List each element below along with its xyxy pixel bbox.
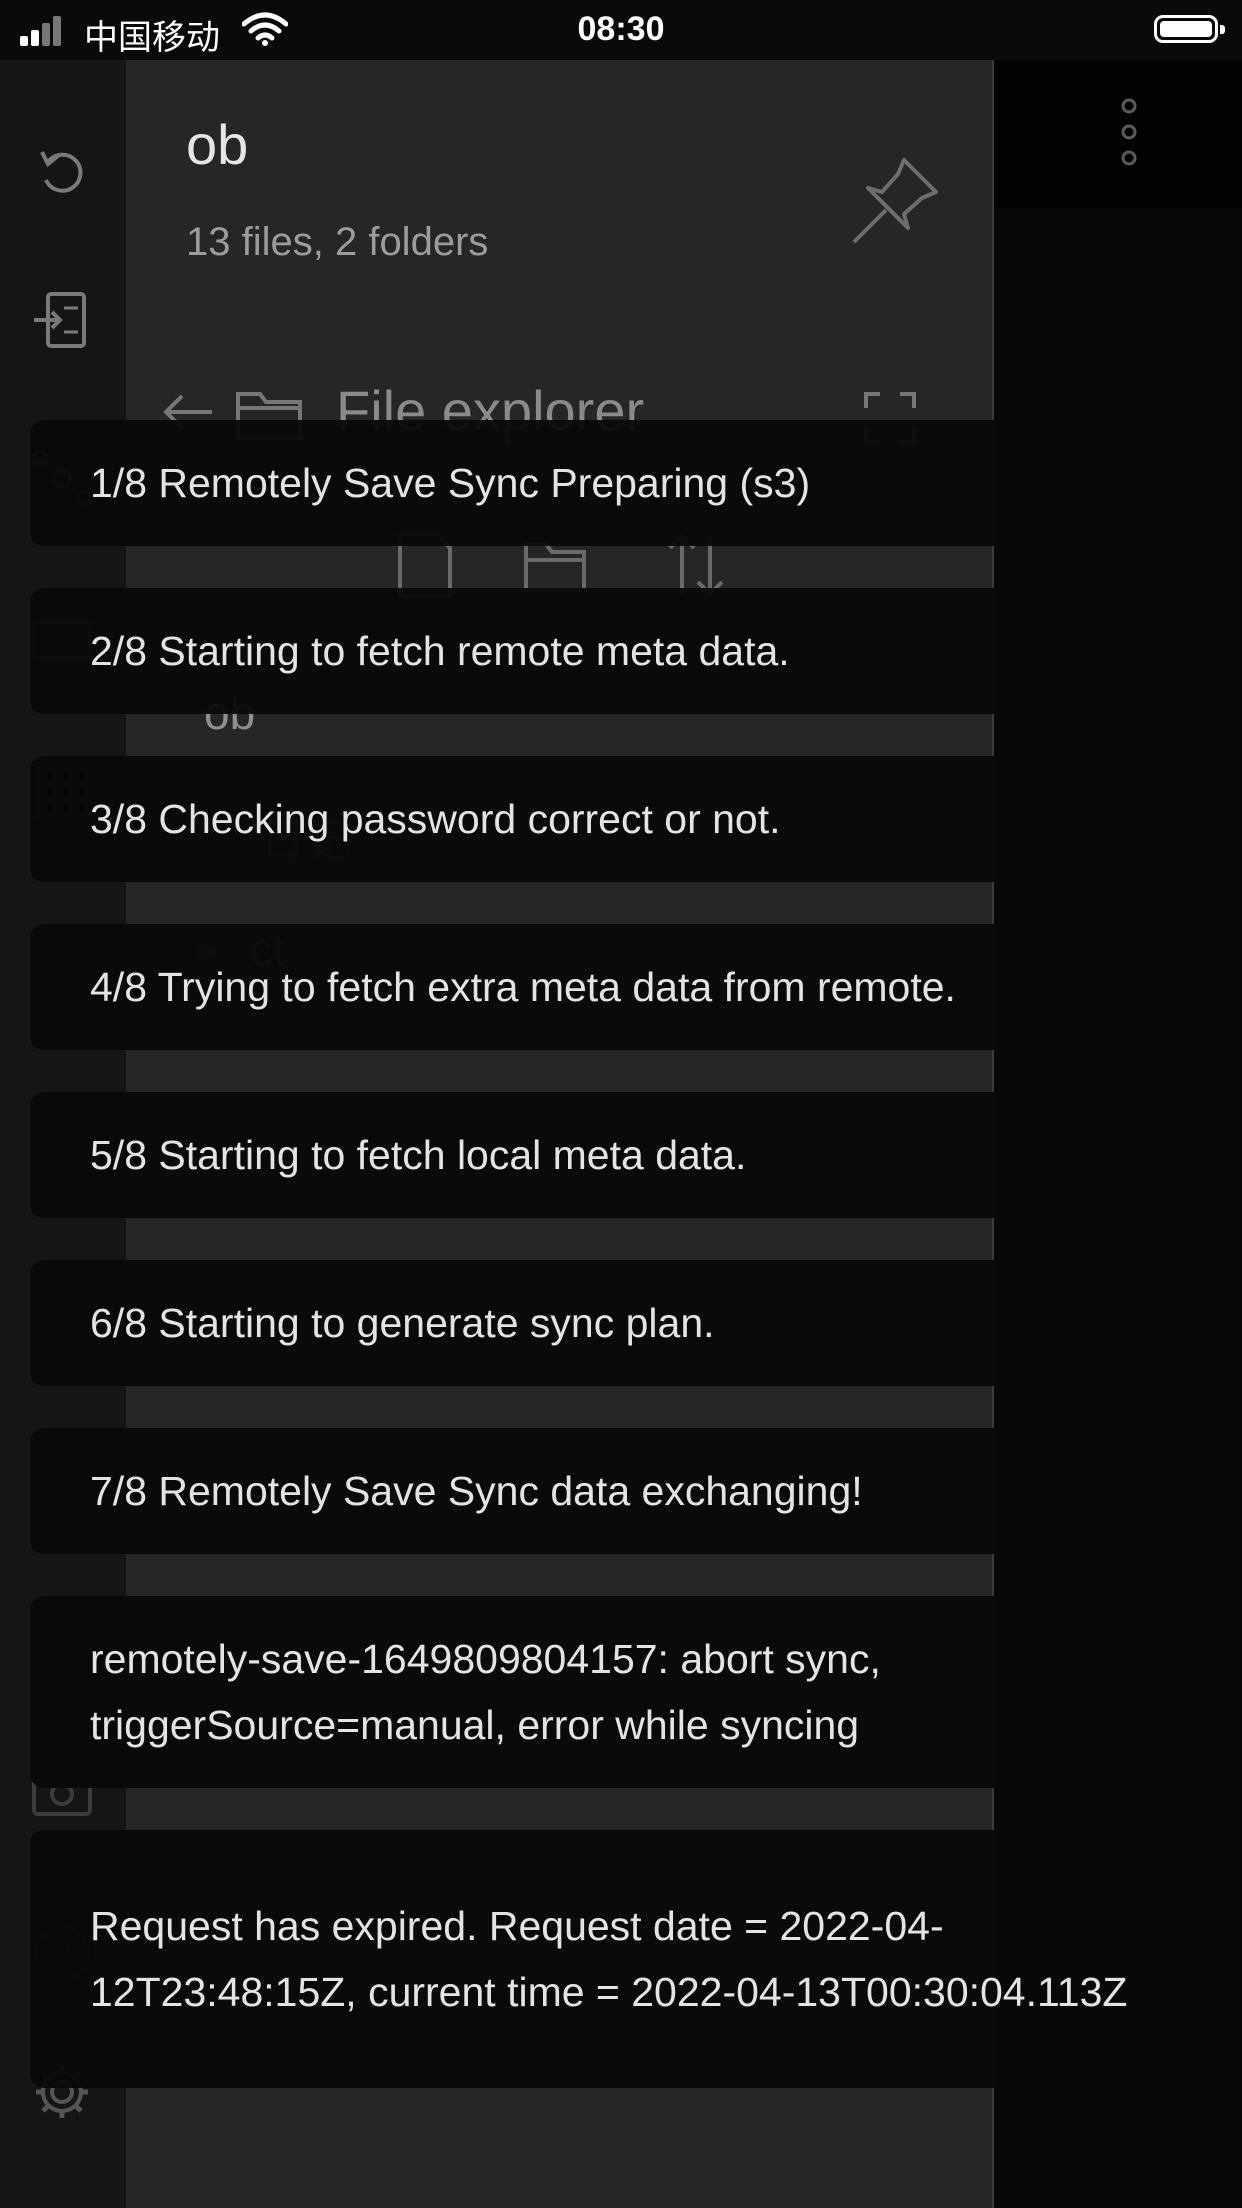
notice[interactable]: 7/8 Remotely Save Sync data exchanging! xyxy=(30,1428,1212,1554)
notice[interactable]: 4/8 Trying to fetch extra meta data from… xyxy=(30,924,1212,1050)
notice[interactable]: 1/8 Remotely Save Sync Preparing (s3) xyxy=(30,420,1212,546)
clock: 08:30 xyxy=(577,10,665,48)
notice[interactable]: Request has expired. Request date = 2022… xyxy=(30,1830,1212,2088)
status-bar: 中国移动 08:30 xyxy=(0,0,1242,60)
notice[interactable]: 2/8 Starting to fetch remote meta data. xyxy=(30,588,1212,714)
notice-container: 1/8 Remotely Save Sync Preparing (s3) 2/… xyxy=(0,0,1242,2208)
notice[interactable]: 3/8 Checking password correct or not. xyxy=(30,756,1212,882)
battery-icon xyxy=(1154,15,1225,43)
notice[interactable]: 6/8 Starting to generate sync plan. xyxy=(30,1260,1212,1386)
notice[interactable]: 5/8 Starting to fetch local meta data. xyxy=(30,1092,1212,1218)
notice[interactable]: remotely-save-1649809804157: abort sync,… xyxy=(30,1596,1212,1788)
